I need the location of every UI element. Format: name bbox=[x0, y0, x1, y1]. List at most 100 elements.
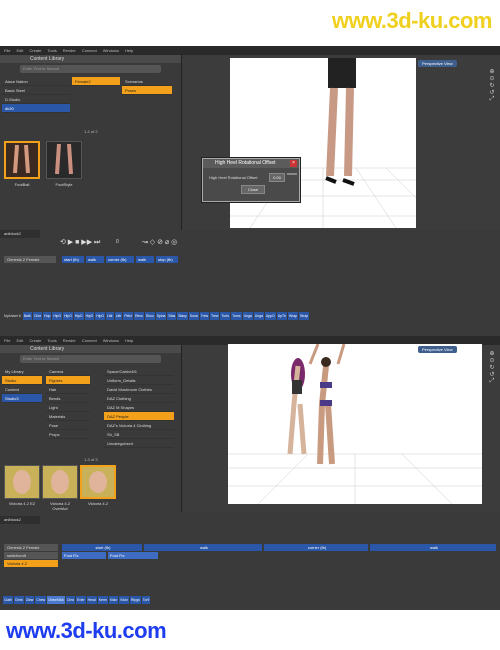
list-item[interactable]: DAZ's Victoria 4 Clothing bbox=[104, 421, 174, 430]
aniblock-item[interactable]: Clew bbox=[24, 596, 35, 604]
aniblock-item[interactable]: Unga bbox=[253, 312, 264, 320]
sub-aniblock[interactable]: Foot Fix bbox=[62, 552, 106, 559]
list-item[interactable]: Scenarios bbox=[122, 77, 172, 86]
list-item[interactable]: Poses bbox=[122, 86, 172, 95]
list-item[interactable]: Aiace Nation bbox=[2, 77, 70, 86]
aniblock-item[interactable]: ChewKlick bbox=[47, 596, 65, 604]
aniblock-item[interactable]: HipO bbox=[52, 312, 63, 320]
aniblock-item[interactable]: Pelvr bbox=[123, 312, 134, 320]
list-item[interactable]: DAZ M Shapes bbox=[104, 403, 174, 412]
list-item[interactable]: Studio bbox=[2, 376, 42, 385]
aniblock-item[interactable]: Kerm bbox=[97, 596, 108, 604]
list-item[interactable]: Light bbox=[46, 403, 90, 412]
menu-help[interactable]: Help bbox=[125, 338, 133, 343]
viewport[interactable] bbox=[228, 344, 482, 504]
aniblock-item[interactable]: Chek bbox=[13, 596, 24, 604]
sub-aniblock[interactable]: Foot Fix bbox=[108, 552, 158, 559]
list-item[interactable]: Sh_SB bbox=[104, 430, 174, 439]
aniblock-item[interactable]: Turts bbox=[220, 312, 231, 320]
aniblock[interactable]: corner (fb) bbox=[106, 256, 134, 263]
list-item[interactable]: Hair bbox=[46, 385, 90, 394]
list-item[interactable]: My Library bbox=[2, 367, 42, 376]
aniblock-item[interactable]: HipO bbox=[63, 312, 73, 320]
aniblock[interactable]: walk bbox=[136, 256, 154, 263]
list-item[interactable]: dk30 bbox=[2, 104, 70, 113]
aniblock[interactable]: corner (fb) bbox=[264, 544, 368, 551]
list-item[interactable]: Uniform_Details bbox=[104, 376, 174, 385]
list-item[interactable]: Camera bbox=[46, 367, 90, 376]
playback-controls[interactable]: ⟲ ▶ ■ ▶▶ ⏭ bbox=[60, 238, 100, 247]
aniblock-item[interactable]: Shou bbox=[144, 312, 155, 320]
aniblock-item[interactable]: HipO bbox=[73, 312, 84, 320]
list-item[interactable]: David Mushroom Clothes bbox=[104, 385, 174, 394]
list-item[interactable]: Content bbox=[2, 385, 42, 394]
figure-label[interactable]: switchcroft bbox=[4, 552, 58, 559]
viewport-tools[interactable]: ⊕ ⊙ ↻ ↺ ⤢ bbox=[488, 68, 496, 103]
menu-windows[interactable]: Windows bbox=[103, 48, 119, 53]
aniblock-item[interactable]: Suna bbox=[188, 312, 199, 320]
aniblock-item[interactable]: Spina bbox=[155, 312, 167, 320]
slider-handle[interactable] bbox=[287, 173, 297, 175]
tab-aniblock[interactable]: aniblock2 bbox=[0, 230, 40, 238]
list-item[interactable]: Female2 bbox=[72, 77, 120, 86]
aniblock-item[interactable]: Tor9 bbox=[141, 596, 151, 604]
list-item[interactable]: Materials bbox=[46, 412, 90, 421]
menu-file[interactable]: File bbox=[4, 48, 10, 53]
aniblock[interactable]: walk bbox=[370, 544, 496, 551]
thumbnail[interactable] bbox=[4, 465, 40, 499]
aniblock-item[interactable]: Trew bbox=[210, 312, 220, 320]
menu-render[interactable]: Render bbox=[63, 338, 76, 343]
menu-edit[interactable]: Edit bbox=[16, 338, 23, 343]
aniblock-item[interactable]: Trew bbox=[199, 312, 210, 320]
aniblock[interactable]: stop (fb) bbox=[156, 256, 178, 263]
keyframe-tools[interactable]: ↝ ◇ ⊘ ⌀ ◎ bbox=[142, 238, 177, 246]
viewport-tools[interactable]: ⊕ ⊙ ↻ ↺ ⤢ bbox=[488, 350, 496, 385]
menu-connect[interactable]: Connect bbox=[82, 48, 97, 53]
offset-value-field[interactable]: 0.00 bbox=[269, 173, 285, 182]
list-item[interactable]: D.Studio bbox=[2, 95, 70, 104]
tab-aniblock[interactable]: aniblock2 bbox=[0, 516, 40, 524]
thumbnail[interactable] bbox=[42, 465, 78, 499]
frame-counter[interactable]: 0 bbox=[116, 239, 119, 245]
viewport[interactable] bbox=[230, 58, 416, 228]
list-item[interactable]: Figures bbox=[46, 376, 90, 385]
aniblock-item[interactable]: Bwlk bbox=[22, 312, 32, 320]
aniblock-item[interactable]: UppO bbox=[264, 312, 276, 320]
aniblock[interactable]: start (fb) bbox=[62, 544, 142, 551]
search-input[interactable]: Enter Text to Search bbox=[20, 65, 161, 73]
list-item[interactable]: Pose bbox=[46, 421, 90, 430]
figure-label[interactable]: Genesis 2 Female bbox=[4, 544, 58, 551]
list-item[interactable]: DAZ Clothing bbox=[104, 394, 174, 403]
menu-tools[interactable]: Tools bbox=[47, 338, 56, 343]
viewport-label[interactable]: Perspective View bbox=[418, 346, 457, 353]
menu-render[interactable]: Render bbox=[63, 48, 76, 53]
menu-windows[interactable]: Windows bbox=[103, 338, 119, 343]
search-input[interactable]: Enter Text to Search bbox=[20, 355, 161, 363]
aniblock-item[interactable]: UpTh bbox=[276, 312, 287, 320]
aniblock-item[interactable]: HipO bbox=[84, 312, 95, 320]
list-item[interactable]: Bends bbox=[46, 394, 90, 403]
aniblock-item[interactable]: Clath bbox=[3, 596, 13, 604]
menu-create[interactable]: Create bbox=[29, 48, 41, 53]
aniblock-item[interactable]: Chew bbox=[35, 596, 47, 604]
menu-edit[interactable]: Edit bbox=[16, 48, 23, 53]
aniblock-item[interactable]: Revs bbox=[134, 312, 144, 320]
menu-create[interactable]: Create bbox=[29, 338, 41, 343]
aniblock-item[interactable]: Klckr bbox=[108, 596, 119, 604]
thumbnail[interactable] bbox=[46, 141, 82, 179]
aniblock-item[interactable]: Unga bbox=[242, 312, 253, 320]
aniblock-item[interactable]: Clea bbox=[65, 596, 75, 604]
aniblock-item[interactable]: Wrap bbox=[299, 312, 310, 320]
list-item[interactable]: Studio3 bbox=[2, 394, 42, 403]
aniblock-item[interactable]: Klckr bbox=[119, 596, 129, 604]
aniblock-item[interactable]: Exler bbox=[75, 596, 86, 604]
viewport-label[interactable]: Perspective View bbox=[418, 60, 457, 67]
aniblock[interactable]: walk bbox=[144, 544, 262, 551]
aniblock-item[interactable]: HipO bbox=[95, 312, 106, 320]
thumbnail[interactable] bbox=[80, 465, 116, 499]
thumbnail[interactable] bbox=[4, 141, 40, 179]
aniblock-item[interactable]: Littr bbox=[106, 312, 114, 320]
menu-file[interactable]: File bbox=[4, 338, 10, 343]
menu-connect[interactable]: Connect bbox=[82, 338, 97, 343]
figure-label[interactable]: Genesis 2 Female bbox=[4, 256, 56, 263]
